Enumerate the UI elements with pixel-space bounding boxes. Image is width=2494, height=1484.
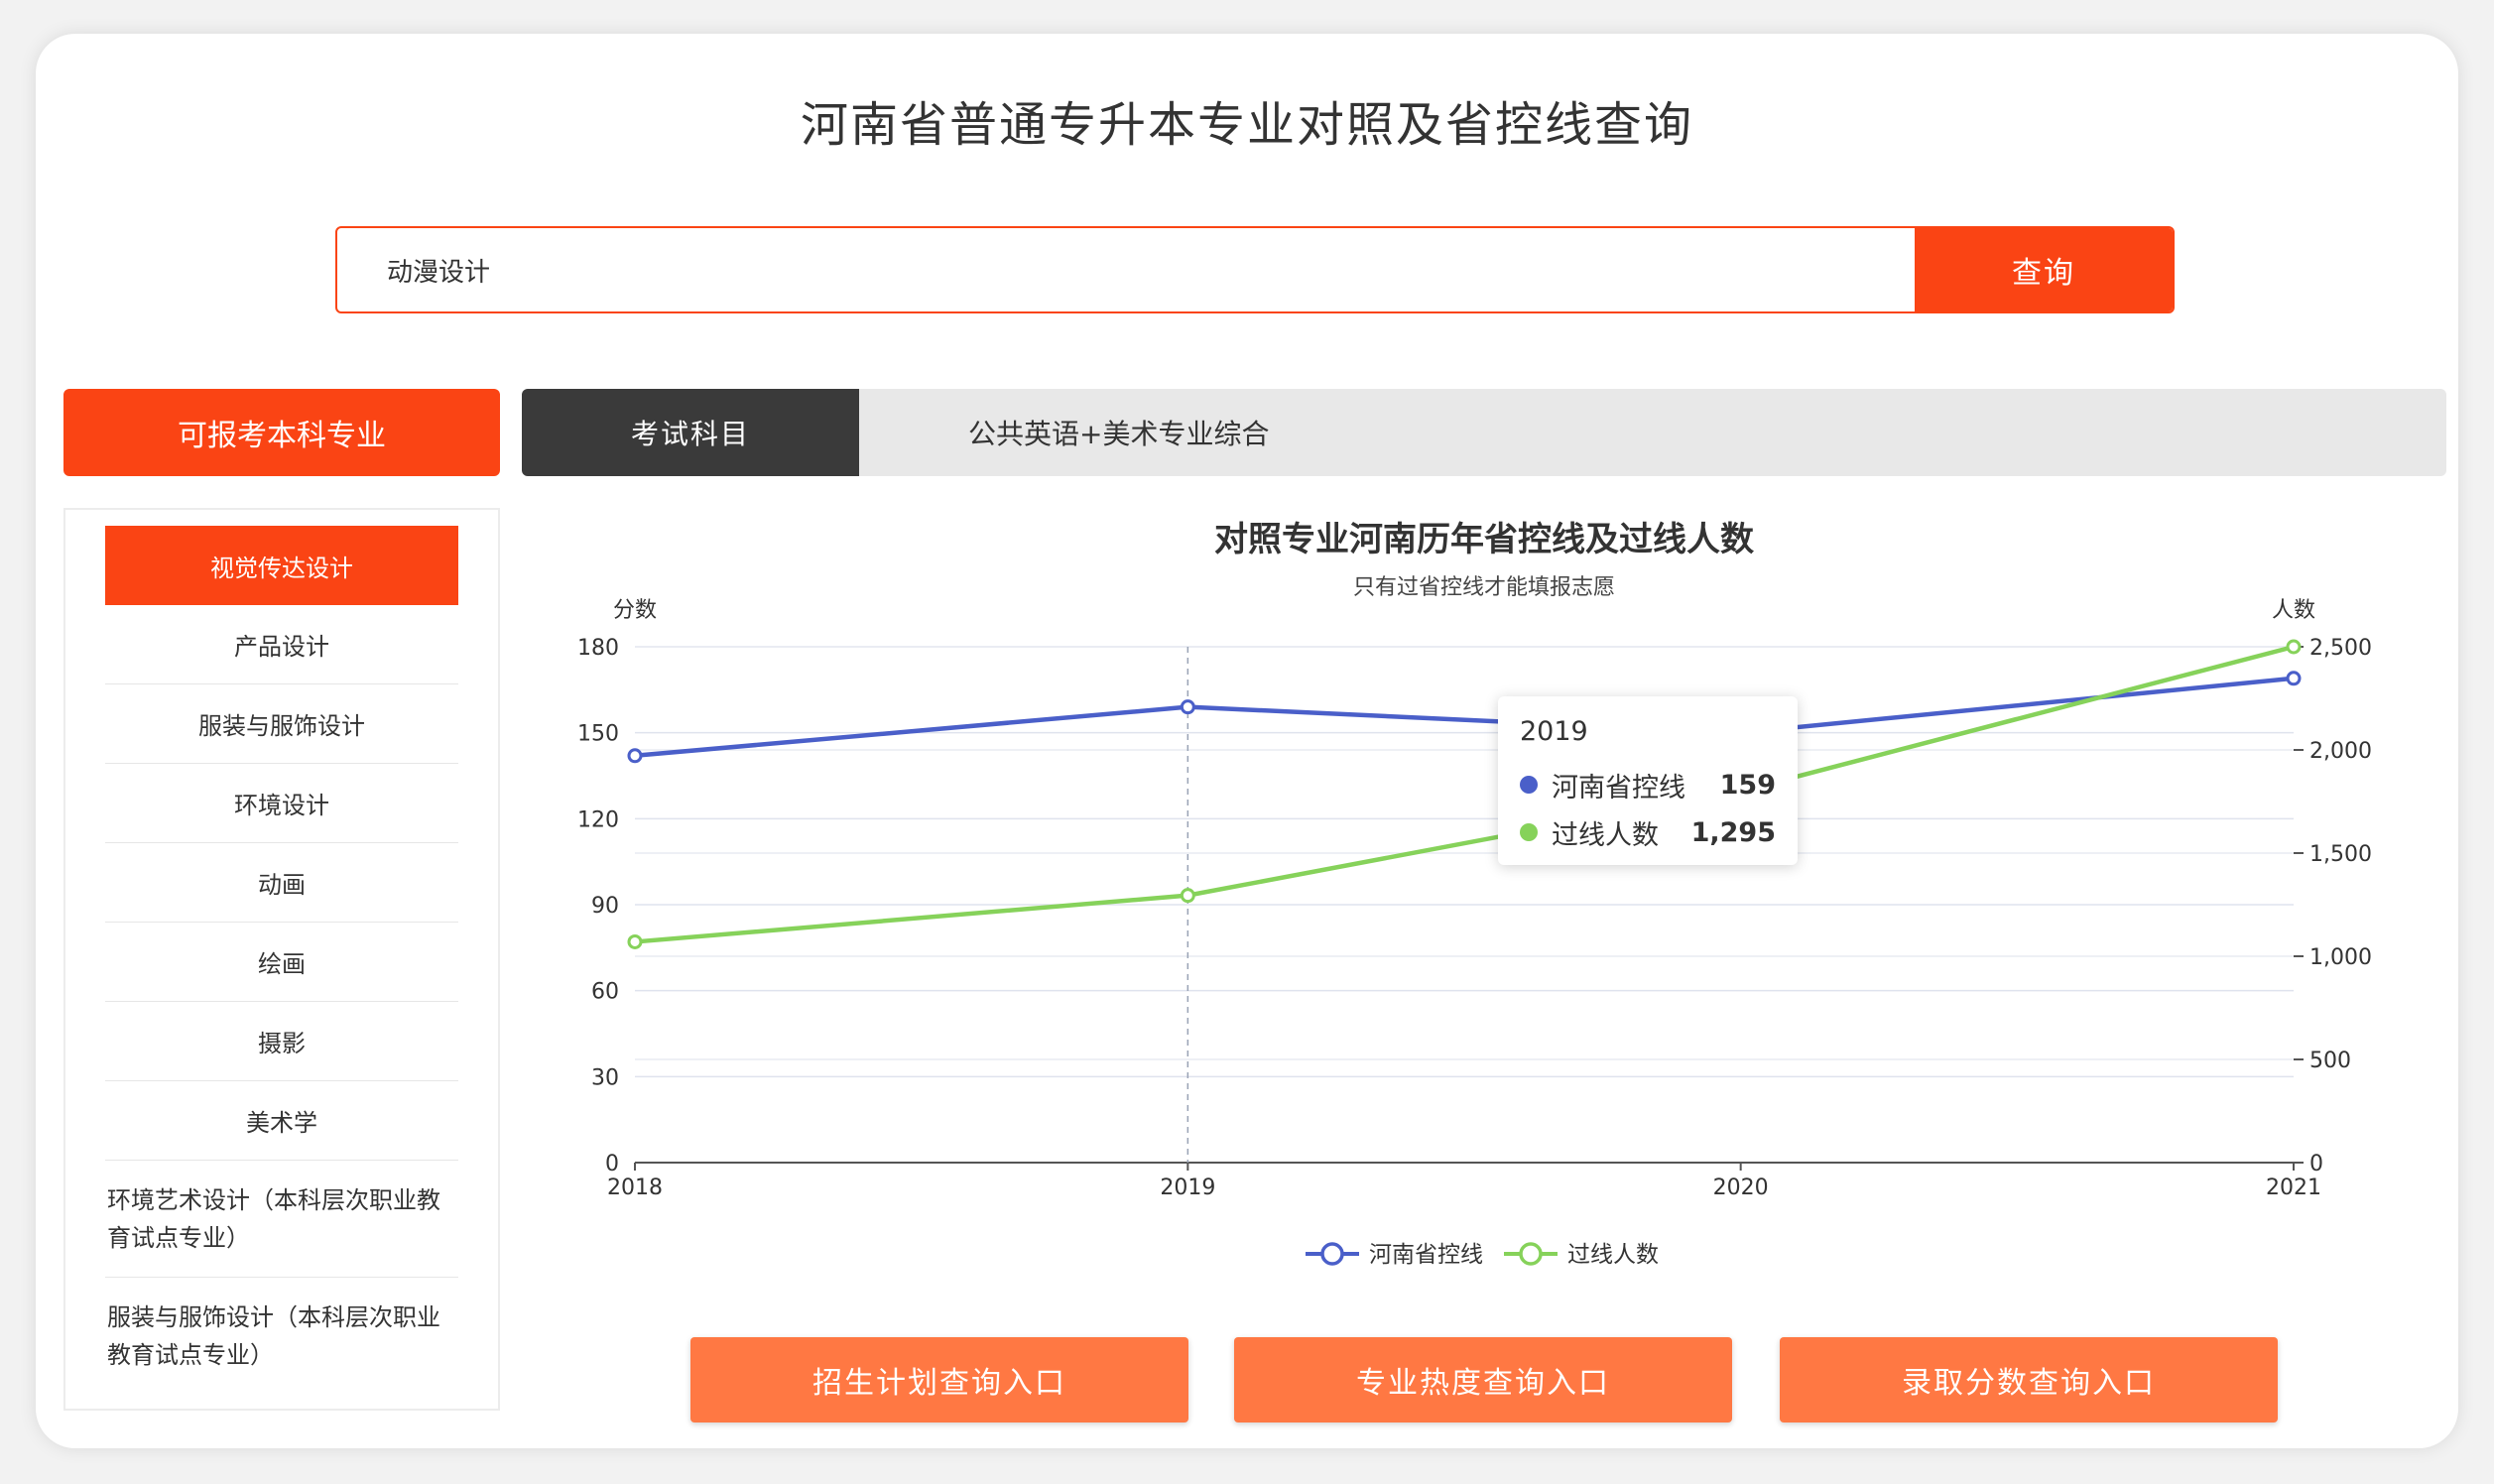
tooltip-series-name: 过线人数 xyxy=(1552,819,1659,851)
tooltip-row: 过线人数 1,295 xyxy=(1520,808,1776,856)
x-tick-label: 2019 xyxy=(1160,1175,1215,1200)
y-left-tick-label: 180 xyxy=(577,636,619,661)
major-item[interactable]: 视觉传达设计 xyxy=(105,526,458,605)
legend-label: 过线人数 xyxy=(1567,1242,1659,1268)
major-item[interactable]: 环境设计 xyxy=(105,764,458,843)
tooltip-value: 159 xyxy=(1719,769,1776,801)
major-item[interactable]: 环境艺术设计（本科层次职业教育试点专业） xyxy=(105,1161,458,1278)
tooltip-value: 1,295 xyxy=(1690,816,1776,848)
chart-tooltip: 2019 河南省控线 159 过线人数 1,295 xyxy=(1498,696,1798,865)
admit-score-button[interactable]: 录取分数查询入口 xyxy=(1780,1337,2278,1422)
major-list: 视觉传达设计 产品设计 服装与服饰设计 环境设计 动画 绘画 摄影 美术学 环境… xyxy=(105,526,458,1395)
search-input[interactable] xyxy=(337,228,1915,311)
data-point xyxy=(1180,699,1195,715)
y-right-axis-label: 人数 xyxy=(2272,598,2315,623)
y-right-tick-label: 2,500 xyxy=(2309,636,2372,661)
tooltip-year: 2019 xyxy=(1520,716,1588,747)
data-point xyxy=(1180,888,1195,904)
chart-title: 对照专业河南历年省控线及过线人数 xyxy=(1214,520,1754,559)
y-right-tick-label: 500 xyxy=(2309,1049,2351,1073)
tooltip-series-name: 河南省控线 xyxy=(1552,772,1685,804)
data-point xyxy=(627,748,643,764)
x-tick-label: 2021 xyxy=(2266,1175,2321,1200)
series-dot-icon xyxy=(1520,823,1538,841)
search-bar: 查询 xyxy=(335,226,2175,313)
major-item[interactable]: 摄影 xyxy=(105,1002,458,1081)
x-tick-label: 2018 xyxy=(607,1175,663,1200)
y-right-tick-label: 1,500 xyxy=(2309,842,2372,867)
eligible-majors-heading: 可报考本科专业 xyxy=(63,389,500,476)
y-left-tick-label: 90 xyxy=(591,894,619,919)
data-point xyxy=(627,933,643,949)
y-right-tick-label: 2,000 xyxy=(2309,739,2372,764)
search-button[interactable]: 查询 xyxy=(1915,228,2173,311)
data-point xyxy=(2286,639,2302,655)
series-line xyxy=(634,676,2295,759)
series-dot-icon xyxy=(1520,776,1538,794)
y-left-tick-label: 60 xyxy=(591,980,619,1005)
page-title: 河南省普通专升本专业对照及省控线查询 xyxy=(800,97,1693,153)
y-left-tick-label: 0 xyxy=(605,1152,619,1176)
y-right-tick-label: 1,000 xyxy=(2309,945,2372,970)
y-left-tick-label: 120 xyxy=(577,807,619,832)
major-item[interactable]: 产品设计 xyxy=(105,605,458,684)
major-item[interactable]: 绘画 xyxy=(105,923,458,1002)
legend-label: 河南省控线 xyxy=(1369,1242,1483,1268)
legend-marker xyxy=(1519,1242,1543,1266)
major-heat-button[interactable]: 专业热度查询入口 xyxy=(1234,1337,1732,1422)
y-right-tick-label: 0 xyxy=(2309,1152,2323,1176)
y-left-tick-label: 30 xyxy=(591,1065,619,1090)
exam-subjects-value: 公共英语+美术专业综合 xyxy=(968,418,1270,450)
major-item[interactable]: 服装与服饰设计（本科层次职业教育试点专业） xyxy=(105,1278,458,1395)
tab-exam-subjects[interactable]: 考试科目 xyxy=(522,389,859,476)
series-line xyxy=(634,644,2295,944)
major-item[interactable]: 动画 xyxy=(105,843,458,923)
x-tick-label: 2020 xyxy=(1713,1175,1769,1200)
major-item[interactable]: 美术学 xyxy=(105,1081,458,1161)
y-left-tick-label: 150 xyxy=(577,722,619,747)
tooltip-row: 河南省控线 159 xyxy=(1520,761,1776,808)
legend-marker xyxy=(1320,1242,1344,1266)
line-chart: 0 30 60 90 120 150 180 0 500 1,000 1,500 2,000 2,500… xyxy=(577,598,2372,1268)
major-list-panel: 视觉传达设计 产品设计 服装与服饰设计 环境设计 动画 绘画 摄影 美术学 环境… xyxy=(63,508,500,1411)
data-point xyxy=(2286,671,2302,686)
exam-subjects-bar: 考试科目 公共英语+美术专业综合 xyxy=(522,389,2446,476)
y-left-axis-label: 分数 xyxy=(613,598,657,623)
enroll-plan-button[interactable]: 招生计划查询入口 xyxy=(690,1337,1188,1422)
major-item[interactable]: 服装与服饰设计 xyxy=(105,684,458,764)
